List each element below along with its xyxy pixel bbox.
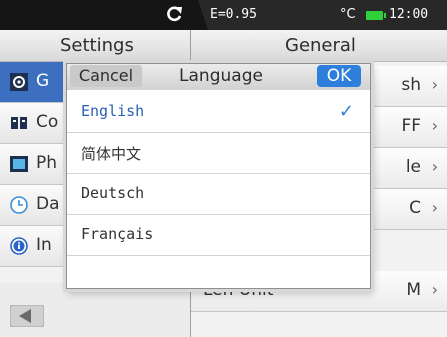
status-bar: E=0.95 °C 12:00 bbox=[0, 0, 447, 30]
language-option-next[interactable] bbox=[67, 256, 370, 288]
ok-button[interactable]: OK bbox=[317, 65, 361, 87]
language-option-label: 简体中文 bbox=[81, 145, 142, 163]
chevron-right-icon: › bbox=[431, 116, 438, 135]
settings-title: Settings bbox=[60, 35, 134, 56]
sidebar-item-label: Da bbox=[36, 194, 60, 214]
general-title: General bbox=[285, 35, 356, 56]
chevron-right-icon: › bbox=[431, 198, 438, 217]
language-option-label: Deutsch bbox=[81, 184, 145, 202]
language-option-english[interactable]: English ✓ bbox=[67, 92, 370, 133]
checkmark-icon: ✓ bbox=[338, 101, 354, 122]
info-icon bbox=[10, 237, 28, 255]
language-dialog: Cancel Language OK English ✓ 简体中文 Deutsc… bbox=[66, 63, 371, 289]
dialog-title: Language bbox=[179, 66, 263, 86]
temperature-unit: °C bbox=[340, 7, 356, 22]
language-option-chinese[interactable]: 简体中文 bbox=[67, 133, 370, 174]
settings-header: Settings bbox=[0, 30, 190, 62]
settings-row-value: sh bbox=[401, 75, 421, 95]
settings-row-value: le bbox=[405, 157, 421, 177]
settings-row-value: C bbox=[409, 198, 421, 218]
chevron-right-icon: › bbox=[431, 75, 438, 94]
battery-icon bbox=[366, 11, 386, 20]
language-option-french[interactable]: Français bbox=[67, 215, 370, 256]
back-arrow-icon[interactable] bbox=[10, 305, 44, 327]
connection-icon bbox=[11, 117, 27, 129]
settings-row-value: FF bbox=[401, 116, 421, 136]
emissivity-readout: E=0.95 bbox=[210, 7, 257, 22]
clock-time: 12:00 bbox=[389, 7, 429, 22]
sidebar-item-label: Ph bbox=[36, 153, 58, 173]
sidebar-item-label: G bbox=[36, 71, 50, 91]
settings-row-value: M bbox=[406, 280, 421, 300]
back-area bbox=[0, 283, 190, 337]
sidebar-item-label: Co bbox=[36, 112, 59, 132]
general-icon bbox=[10, 73, 28, 91]
cancel-button[interactable]: Cancel bbox=[70, 65, 142, 87]
language-option-label: English bbox=[81, 102, 145, 120]
chevron-right-icon: › bbox=[431, 157, 438, 176]
dialog-header: Cancel Language OK bbox=[67, 64, 370, 90]
general-header: General bbox=[191, 30, 447, 62]
refresh-icon[interactable] bbox=[164, 4, 184, 24]
language-option-german[interactable]: Deutsch bbox=[67, 174, 370, 215]
photo-icon bbox=[10, 156, 28, 172]
sidebar-item-label: In bbox=[36, 235, 52, 255]
chevron-right-icon: › bbox=[431, 280, 438, 299]
language-option-label: Français bbox=[81, 225, 154, 243]
clock-icon bbox=[10, 196, 28, 214]
